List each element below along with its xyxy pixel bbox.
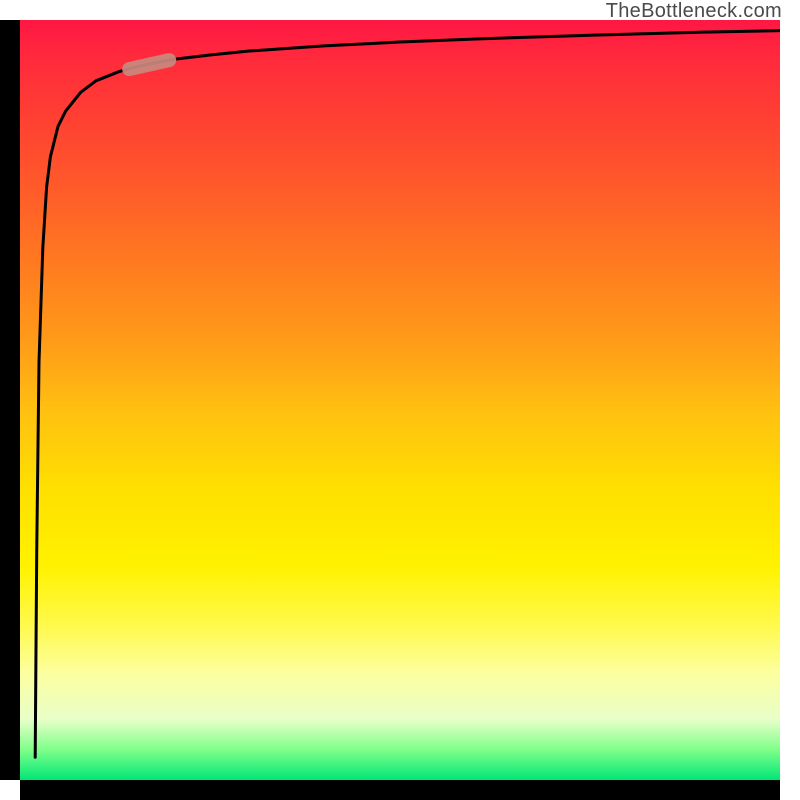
x-axis bbox=[20, 780, 780, 800]
y-axis bbox=[0, 20, 20, 780]
chart-container: TheBottleneck.com bbox=[0, 0, 800, 800]
plot-background-gradient bbox=[20, 20, 780, 780]
attribution-text: TheBottleneck.com bbox=[606, 0, 782, 23]
